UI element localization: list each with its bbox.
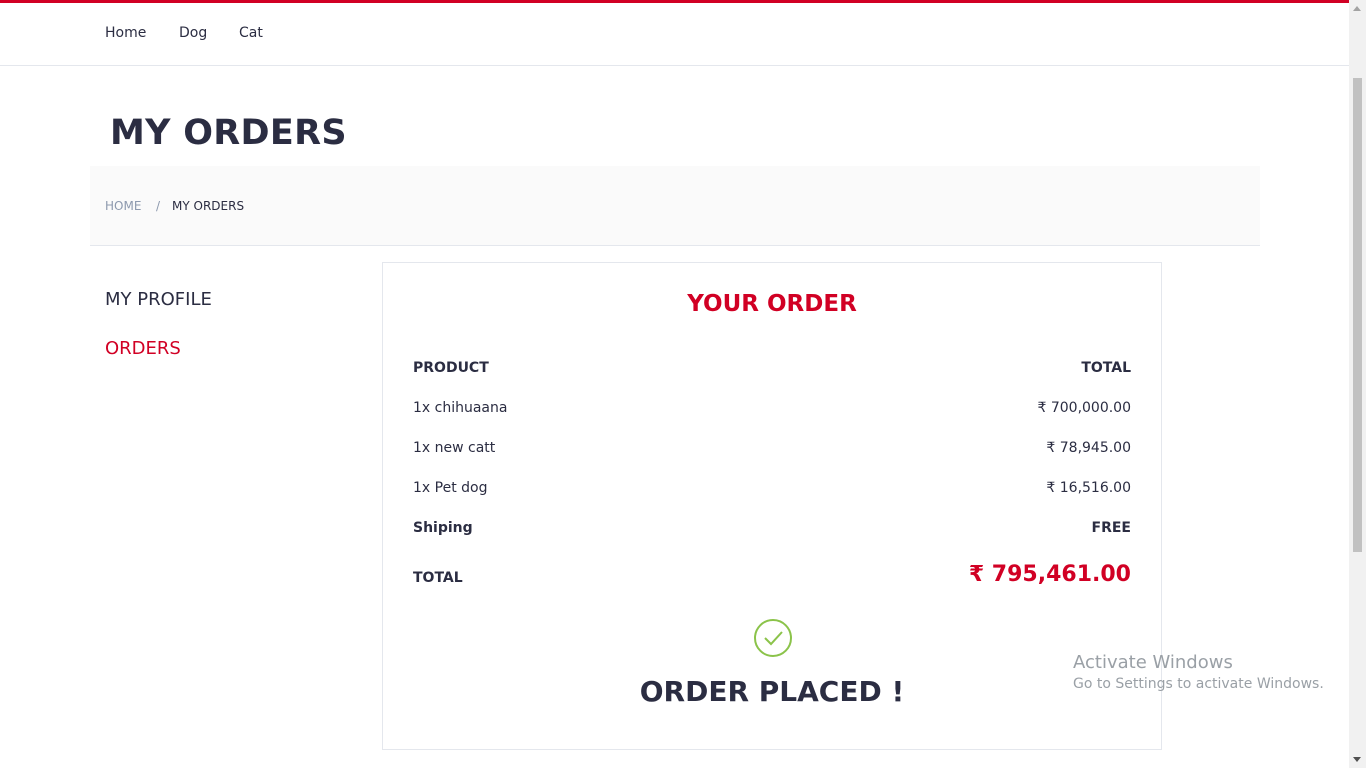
order-item-price: ₹ 700,000.00	[1037, 400, 1131, 416]
windows-activation-watermark: Activate Windows Go to Settings to activ…	[1073, 652, 1324, 692]
order-item-price: ₹ 78,945.00	[1046, 440, 1131, 456]
order-header-row: PRODUCT TOTAL	[413, 360, 1131, 384]
shipping-row: Shiping FREE	[413, 520, 1131, 544]
product-column-header: PRODUCT	[413, 360, 489, 376]
shipping-value: FREE	[1091, 520, 1131, 536]
sidebar-item-my-profile[interactable]: MY PROFILE	[105, 289, 212, 310]
page-title: MY ORDERS	[110, 113, 347, 153]
nav-cat-link[interactable]: Cat	[239, 25, 263, 41]
breadcrumb-home-link[interactable]: HOME	[105, 199, 141, 213]
vertical-scrollbar[interactable]	[1349, 0, 1366, 768]
breadcrumb-separator: /	[156, 199, 161, 213]
nav-dog-link[interactable]: Dog	[179, 25, 207, 41]
order-item-name: 1x Pet dog	[413, 480, 488, 496]
breadcrumb: HOME / MY ORDERS	[90, 166, 1260, 246]
scroll-up-arrow-icon[interactable]	[1353, 6, 1361, 11]
order-item-row: 1x new catt ₹ 78,945.00	[413, 440, 1131, 464]
order-item-price: ₹ 16,516.00	[1046, 480, 1131, 496]
order-total-value: ₹ 795,461.00	[968, 562, 1131, 587]
watermark-subtitle: Go to Settings to activate Windows.	[1073, 676, 1324, 692]
order-item-name: 1x chihuaana	[413, 400, 508, 416]
order-item-row: 1x chihuaana ₹ 700,000.00	[413, 400, 1131, 424]
order-item-name: 1x new catt	[413, 440, 496, 456]
scrollbar-thumb[interactable]	[1353, 78, 1362, 552]
order-item-row: 1x Pet dog ₹ 16,516.00	[413, 480, 1131, 504]
sidebar-item-orders[interactable]: ORDERS	[105, 338, 181, 359]
order-status-message: ORDER PLACED !	[639, 675, 905, 708]
check-circle-icon	[754, 619, 792, 657]
breadcrumb-current: MY ORDERS	[172, 199, 245, 213]
nav-home-link[interactable]: Home	[105, 25, 146, 41]
order-summary-panel: YOUR ORDER PRODUCT TOTAL 1x chihuaana ₹ …	[382, 262, 1162, 750]
scroll-down-arrow-icon[interactable]	[1353, 757, 1361, 762]
total-column-header: TOTAL	[1081, 360, 1131, 376]
order-total-row: TOTAL ₹ 795,461.00	[413, 562, 1131, 594]
shipping-label: Shiping	[413, 520, 473, 536]
main-navbar: Home Dog Cat	[0, 3, 1349, 66]
order-heading: YOUR ORDER	[687, 291, 857, 317]
watermark-title: Activate Windows	[1073, 652, 1233, 673]
order-total-label: TOTAL	[413, 570, 463, 586]
